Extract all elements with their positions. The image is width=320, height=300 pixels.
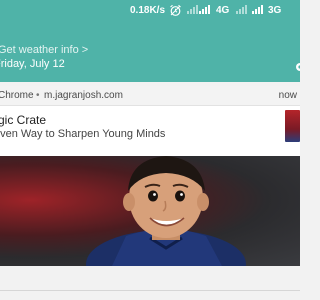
signal-icon <box>187 4 198 14</box>
network-type-3g: 3G <box>268 5 282 16</box>
notification-title: gic Crate <box>0 113 47 127</box>
notification-header: Chrome • m.jagranjosh.com now <box>0 86 300 106</box>
status-bar: 0.18K/s 4G 3G <box>0 0 300 22</box>
signal-icon <box>252 4 263 14</box>
notification-card[interactable]: Chrome • m.jagranjosh.com now gic Crate … <box>0 86 300 266</box>
shade-bottom <box>0 266 300 300</box>
child-photo <box>86 156 246 266</box>
date-label: Friday, July 12 <box>0 58 65 70</box>
app-name: Chrome <box>0 90 34 101</box>
alarm-icon <box>169 4 182 20</box>
notification-image[interactable] <box>0 156 300 266</box>
divider <box>0 290 300 291</box>
net-speed: 0.18K/s <box>130 5 166 16</box>
notification-thumbnail <box>285 110 300 142</box>
notification-time: now <box>278 90 297 101</box>
source-url: m.jagranjosh.com <box>44 90 123 101</box>
settings-icon[interactable] <box>294 59 304 71</box>
signal-icon <box>199 4 210 14</box>
signal-icon <box>236 4 247 14</box>
network-type-4g: 4G <box>216 5 230 16</box>
separator-dot: • <box>36 90 40 101</box>
notification-text: oven Way to Sharpen Young Minds <box>0 128 166 140</box>
weather-link[interactable]: Get weather info > <box>0 44 88 56</box>
